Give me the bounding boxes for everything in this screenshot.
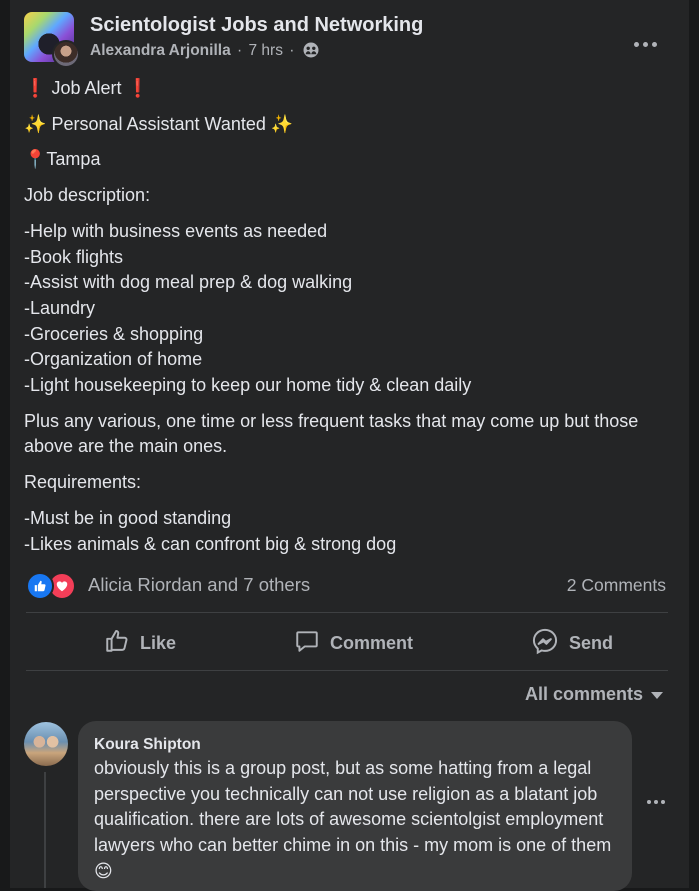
like-label: Like [140,632,177,653]
divider [26,670,668,671]
thread-line [44,772,46,888]
personal-assistant-line: ✨ Personal Assistant Wanted ✨ [24,112,664,138]
duty-item: -Book flights [24,246,124,267]
post-body: ❗ Job Alert ❗ ✨ Personal Assistant Wante… [24,76,664,567]
messenger-icon [531,627,559,660]
duty-item: -Groceries & shopping [24,323,204,344]
commenter-name-link[interactable]: Koura Shipton [94,736,201,754]
post-actions: Like Comment Send [26,620,668,666]
post-time[interactable]: 7 hrs [248,42,282,59]
duty-item: -Light housekeeping to keep our home tid… [24,375,472,396]
group-name-link[interactable]: Scientologist Jobs and Networking [90,14,423,37]
other-tasks-text: Plus any various, one time or less frequ… [24,410,639,457]
location-line: 📍Tampa [24,147,664,173]
exclamation-icon: ❗ [24,78,47,99]
exclamation-icon: ❗ [126,78,149,99]
divider [26,612,668,613]
like-button[interactable]: Like [104,620,176,666]
personal-assistant-text: Personal Assistant Wanted [51,113,266,134]
author-name-link[interactable]: Alexandra Arjonilla [90,42,231,59]
job-description-heading: Job description: [24,185,151,206]
comment-button[interactable]: Comment [294,620,413,666]
caret-down-icon [651,692,663,699]
duty-item: -Help with business events as needed [24,220,328,241]
all-comments-label: All comments [524,684,643,704]
send-label: Send [569,632,614,653]
more-options-icon[interactable] [631,34,659,54]
comment-icon [294,628,320,659]
location-text: Tampa [46,149,101,170]
duty-item: -Assist with dog meal prep & dog walking [24,272,353,293]
thumbs-up-icon [104,628,130,659]
job-alert-line: ❗ Job Alert ❗ [24,76,664,102]
requirement-item: -Likes animals & can confront big & stro… [24,533,397,554]
pin-icon: 📍 [24,149,47,171]
post-header: Scientologist Jobs and Networking Alexan… [24,12,689,68]
commenter-avatar[interactable] [24,722,68,766]
comment-more-options-icon[interactable] [647,800,665,804]
comments-count-link[interactable]: 2 Comments [567,575,666,596]
reactions-bar: Alicia Riordan and 7 others 2 Comments [26,570,666,602]
send-button[interactable]: Send [531,620,613,666]
duty-item: -Organization of home [24,349,203,370]
job-alert-text: Job Alert [51,78,122,98]
sparkles-icon: ✨ [24,113,47,135]
reaction-icons[interactable] [26,572,82,600]
duty-item: -Laundry [24,297,96,318]
comment-text: obviously this is a group post, but as s… [94,756,619,885]
reactor-names-link[interactable]: Alicia Riordan and 7 others [88,574,310,596]
comment-bubble: Koura Shipton obviously this is a group … [78,721,632,891]
post-card: Scientologist Jobs and Networking Alexan… [10,0,689,891]
duties-list: -Help with business events as needed -Bo… [24,219,664,399]
requirements-list: -Must be in good standing -Likes animals… [24,506,664,557]
author-avatar[interactable] [52,40,80,68]
smiling-face-icon: 😊 [94,860,113,882]
requirements-heading: Requirements: [24,472,142,493]
comment-label: Comment [330,632,414,653]
sparkles-icon: ✨ [270,113,294,135]
all-comments-filter[interactable]: All comments [525,684,663,705]
requirement-item: -Must be in good standing [24,507,232,528]
like-reaction-icon [26,572,54,600]
post-meta: Alexandra Arjonilla · 7 hrs · [90,42,319,63]
comment-body: obviously this is a group post, but as s… [94,758,612,856]
group-members-icon [303,42,319,63]
